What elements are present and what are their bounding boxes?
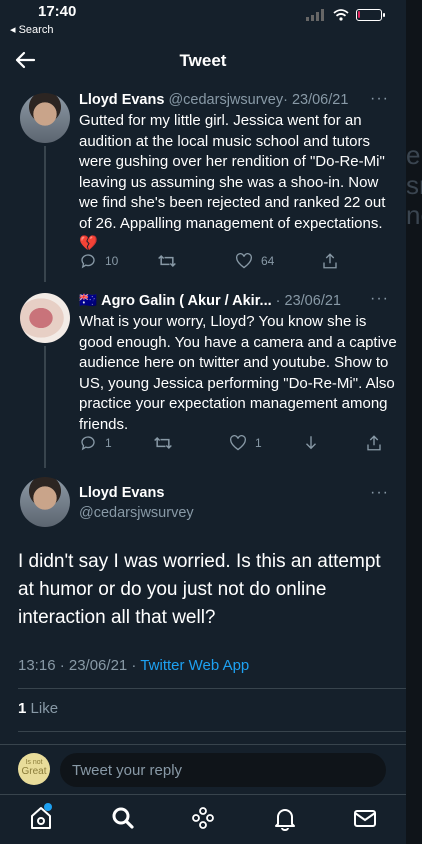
search-icon xyxy=(112,807,134,829)
divider xyxy=(18,731,406,732)
tweet-date: · 23/06/21 xyxy=(275,293,341,309)
like-count: 1 xyxy=(255,436,262,450)
reply-bar: Is not Great xyxy=(0,744,406,794)
reply-input[interactable] xyxy=(60,753,386,787)
status-icons xyxy=(306,9,385,21)
share-button[interactable] xyxy=(365,434,383,452)
avatar[interactable] xyxy=(20,477,70,527)
notifications-icon xyxy=(275,809,295,831)
avatar-text: Great xyxy=(21,766,47,777)
heart-icon xyxy=(236,253,252,269)
tweet-source-link[interactable]: Twitter Web App xyxy=(140,657,249,674)
tweet-timestamp: 13:16 · 23/06/21 · xyxy=(18,657,137,674)
status-bar: 17:40 ◂ Search xyxy=(0,0,406,38)
thread-line xyxy=(44,346,46,468)
tweet-meta: 13:16 · 23/06/21 · Twitter Web App xyxy=(18,657,249,674)
tweet-text: What is your worry, Lloyd? You know she … xyxy=(79,313,397,433)
tweet-actions: 10 64 xyxy=(79,252,339,270)
heart-icon xyxy=(230,435,246,451)
reply-button[interactable]: 1 xyxy=(79,434,153,452)
tab-messages[interactable] xyxy=(352,805,378,831)
battery-icon xyxy=(356,9,385,21)
spaces-icon xyxy=(192,807,214,829)
share-icon xyxy=(367,435,381,451)
tab-home[interactable] xyxy=(28,803,54,831)
cellular-signal-icon xyxy=(306,9,324,21)
likes-summary[interactable]: 1 Like xyxy=(18,700,58,717)
wifi-icon xyxy=(333,9,349,21)
likes-label: Like xyxy=(30,700,59,717)
tweet-date: · 23/06/21 xyxy=(283,92,349,108)
downvote-arrow-icon xyxy=(306,436,316,450)
country-flag-icon: 🇦🇺 xyxy=(79,293,98,309)
reply-icon xyxy=(81,436,95,451)
retweet-icon xyxy=(154,436,172,450)
back-to-search-link[interactable]: ◂ Search xyxy=(10,23,53,36)
author-name[interactable]: Lloyd Evans xyxy=(79,92,164,108)
like-button[interactable]: 1 xyxy=(229,435,303,451)
share-button[interactable] xyxy=(321,252,339,270)
main-tweet-text: I didn't say I was worried. Is this an a… xyxy=(18,551,381,628)
retweet-button[interactable] xyxy=(153,434,229,452)
reply-button[interactable]: 10 xyxy=(79,252,157,270)
retweet-icon xyxy=(158,254,176,268)
more-options-icon[interactable]: ··· xyxy=(370,90,389,108)
more-options-icon[interactable]: ··· xyxy=(370,484,389,502)
more-options-icon[interactable]: ··· xyxy=(370,290,389,308)
user-avatar[interactable]: Is not Great xyxy=(18,753,50,785)
like-count: 64 xyxy=(261,254,275,268)
tweet-actions: 1 1 xyxy=(79,434,383,452)
reply-count: 1 xyxy=(105,436,112,450)
author-name[interactable]: Agro Galin ( Akur / Akir... xyxy=(101,293,272,309)
messages-icon xyxy=(354,810,376,827)
tweet-header: Tweet xyxy=(0,38,406,84)
thread-line xyxy=(44,146,46,282)
divider xyxy=(18,688,406,689)
tab-search[interactable] xyxy=(110,805,136,831)
notification-dot xyxy=(44,803,52,811)
tweet-header-row: 🇦🇺 Agro Galin ( Akur / Akir... · 23/06/2… xyxy=(79,292,341,309)
background-window-edge: ersmne xyxy=(406,0,422,844)
downvote-button[interactable] xyxy=(303,434,365,452)
reply-count: 10 xyxy=(105,254,119,268)
tweet-text: Gutted for my little girl. Jessica went … xyxy=(79,112,386,252)
likes-count: 1 xyxy=(18,700,27,717)
main-tweet-author: Lloyd Evans @cedarsjwsurvey xyxy=(79,485,194,521)
bottom-tab-bar xyxy=(0,794,406,844)
avatar[interactable] xyxy=(20,93,70,143)
tab-notifications[interactable] xyxy=(272,805,298,831)
author-name[interactable]: Lloyd Evans xyxy=(79,485,194,501)
status-time: 17:40 xyxy=(38,3,77,20)
author-handle[interactable]: @cedarsjwsurvey xyxy=(168,92,283,108)
avatar-text: Is not xyxy=(25,759,43,766)
page-title: Tweet xyxy=(179,51,227,70)
share-icon xyxy=(323,253,337,269)
author-handle[interactable]: @cedarsjwsurvey xyxy=(79,505,194,521)
reply-icon xyxy=(81,254,95,269)
retweet-button[interactable] xyxy=(157,252,235,270)
avatar[interactable] xyxy=(20,293,70,343)
tab-spaces[interactable] xyxy=(190,805,216,831)
like-button[interactable]: 64 xyxy=(235,253,321,269)
tweet-header-row: Lloyd Evans @cedarsjwsurvey· 23/06/21 xyxy=(79,92,348,108)
